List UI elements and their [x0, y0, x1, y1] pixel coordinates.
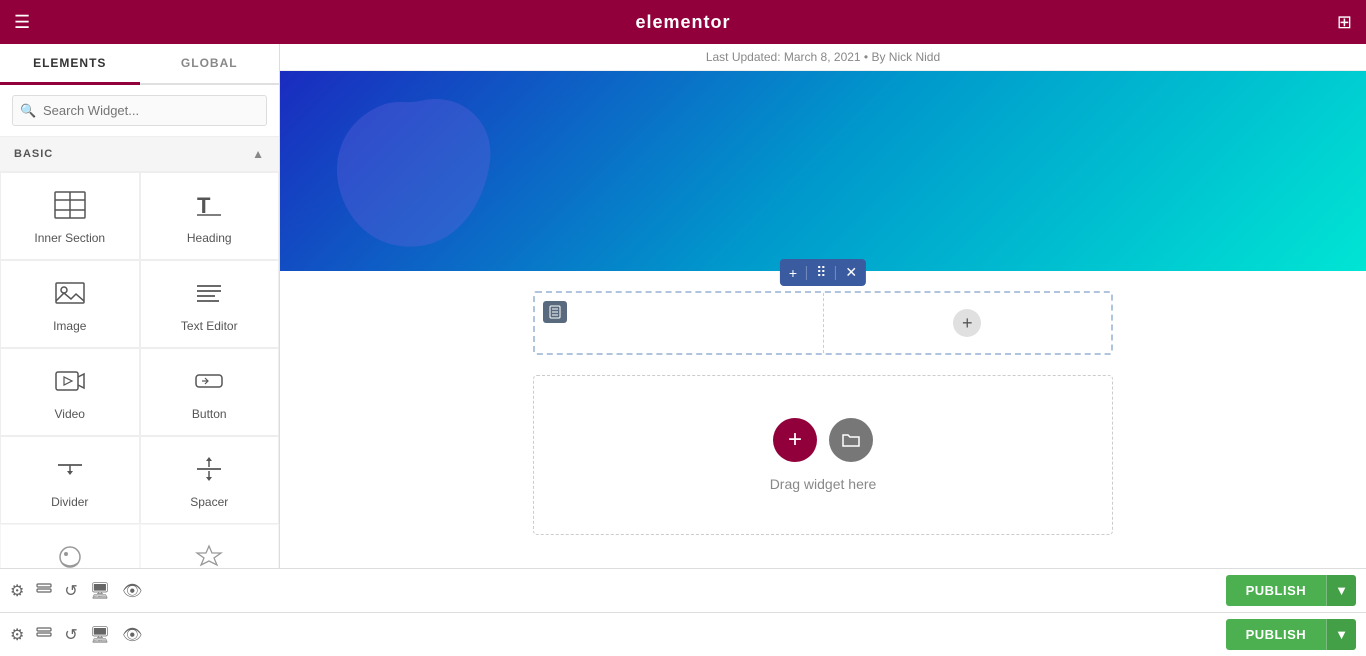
hero-section — [280, 71, 1366, 271]
tab-elements[interactable]: ELEMENTS — [0, 44, 140, 85]
top-bar: ☰ elementor ⊞ — [0, 0, 1366, 44]
widgets-grid: Inner Section T Heading — [0, 172, 279, 568]
inner-col-left[interactable] — [535, 293, 824, 353]
widget-text-editor-label: Text Editor — [181, 319, 238, 333]
eye-icon-1[interactable]: 👁 — [122, 581, 142, 601]
widget-text-editor[interactable]: Text Editor — [140, 260, 280, 348]
inner-section-wrapper: + ⠿ ✕ — [533, 291, 1113, 355]
undo-icon-1[interactable]: ↺ — [64, 581, 77, 601]
drag-add-button[interactable]: + — [773, 418, 817, 462]
tab-global[interactable]: GLOBAL — [140, 44, 280, 83]
button-icon — [193, 367, 225, 399]
image-icon — [54, 279, 86, 311]
text-editor-icon — [193, 279, 225, 311]
layers-icon-1[interactable] — [36, 580, 52, 601]
toolbar-divider2 — [835, 266, 836, 280]
inner-section-content: + — [535, 293, 1111, 353]
sidebar-tabs: ELEMENTS GLOBAL — [0, 44, 279, 85]
widget-toolbar: + ⠿ ✕ — [780, 259, 866, 286]
desktop-icon-1[interactable]: 🖥 — [90, 581, 110, 601]
col-add-button[interactable]: + — [953, 309, 981, 337]
hero-blob — [320, 81, 520, 271]
widget-image-label: Image — [53, 319, 86, 333]
canvas-status-bar: Last Updated: March 8, 2021 • By Nick Ni… — [280, 44, 1366, 71]
inner-col-right[interactable]: + — [824, 293, 1112, 353]
content-section: + ⠿ ✕ — [280, 271, 1366, 568]
inner-section-widget: + — [533, 291, 1113, 355]
widget-icon2[interactable] — [140, 524, 280, 568]
eye-icon-2[interactable]: 👁 — [122, 625, 142, 645]
widget-button-label: Button — [192, 407, 227, 421]
bottom-bar-1: ⚙ ↺ 🖥 👁 PUBLISH ▼ — [0, 568, 1366, 612]
publish-button-1[interactable]: PUBLISH — [1226, 575, 1327, 606]
icon2-icon — [193, 543, 225, 568]
inner-section-icon — [54, 191, 86, 223]
section-collapse-icon[interactable]: ▲ — [252, 147, 265, 161]
col-handle-left[interactable] — [543, 301, 567, 323]
publish-button-2[interactable]: PUBLISH — [1226, 619, 1327, 650]
basic-section-label: BASIC ▲ — [0, 137, 279, 172]
search-input[interactable] — [12, 95, 267, 126]
undo-icon-2[interactable]: ↺ — [64, 625, 77, 645]
main-layout: ELEMENTS GLOBAL 🔍 BASIC ▲ — [0, 44, 1366, 568]
widget-spacer[interactable]: Spacer — [140, 436, 280, 524]
widget-video[interactable]: Video — [0, 348, 140, 436]
publish-wrapper-1: PUBLISH ▼ — [1226, 575, 1356, 606]
widget-inner-section-label: Inner Section — [34, 231, 105, 245]
canvas-scroll[interactable]: + ⠿ ✕ — [280, 71, 1366, 568]
icon1-icon — [54, 543, 86, 568]
widget-heading-label: Heading — [187, 231, 232, 245]
widget-image[interactable]: Image — [0, 260, 140, 348]
hamburger-icon[interactable]: ☰ — [14, 12, 30, 33]
widget-spacer-label: Spacer — [190, 495, 228, 509]
heading-icon: T — [193, 191, 225, 223]
widget-icon1[interactable] — [0, 524, 140, 568]
gear-icon-1[interactable]: ⚙ — [10, 581, 24, 601]
toolbar-close-btn[interactable]: ✕ — [842, 262, 860, 283]
publish-arrow-1[interactable]: ▼ — [1326, 575, 1356, 606]
widget-video-label: Video — [55, 407, 85, 421]
toolbar-move-btn[interactable]: ⠿ — [813, 262, 829, 283]
widget-divider-label: Divider — [51, 495, 88, 509]
layers-icon-2[interactable] — [36, 624, 52, 645]
app-title: elementor — [635, 12, 730, 33]
toolbar-add-btn[interactable]: + — [786, 263, 800, 283]
gear-icon-2[interactable]: ⚙ — [10, 625, 24, 645]
canvas-area: Last Updated: March 8, 2021 • By Nick Ni… — [280, 44, 1366, 568]
drag-widget-label: Drag widget here — [770, 476, 877, 492]
search-wrapper: 🔍 — [0, 85, 279, 137]
bottom-bar-icons-1: ⚙ ↺ 🖥 👁 — [10, 580, 142, 601]
desktop-icon-2[interactable]: 🖥 — [90, 625, 110, 645]
drag-widget-buttons: + — [773, 418, 873, 462]
sidebar: ELEMENTS GLOBAL 🔍 BASIC ▲ — [0, 44, 280, 568]
widget-divider[interactable]: Divider — [0, 436, 140, 524]
drag-widget-area[interactable]: + Drag widget here — [533, 375, 1113, 535]
spacer-icon — [193, 455, 225, 487]
video-icon — [54, 367, 86, 399]
bottom-bar-icons-2: ⚙ ↺ 🖥 👁 — [10, 624, 142, 645]
widget-button[interactable]: Button — [140, 348, 280, 436]
publish-wrapper-2: PUBLISH ▼ — [1226, 619, 1356, 650]
drag-folder-button[interactable] — [829, 418, 873, 462]
divider-icon — [54, 455, 86, 487]
widget-inner-section[interactable]: Inner Section — [0, 172, 140, 260]
grid-icon[interactable]: ⊞ — [1337, 12, 1352, 33]
bottom-bar-2: ⚙ ↺ 🖥 👁 PUBLISH ▼ — [0, 612, 1366, 656]
search-icon: 🔍 — [20, 103, 36, 119]
toolbar-divider — [806, 266, 807, 280]
widget-heading[interactable]: T Heading — [140, 172, 280, 260]
publish-arrow-2[interactable]: ▼ — [1326, 619, 1356, 650]
